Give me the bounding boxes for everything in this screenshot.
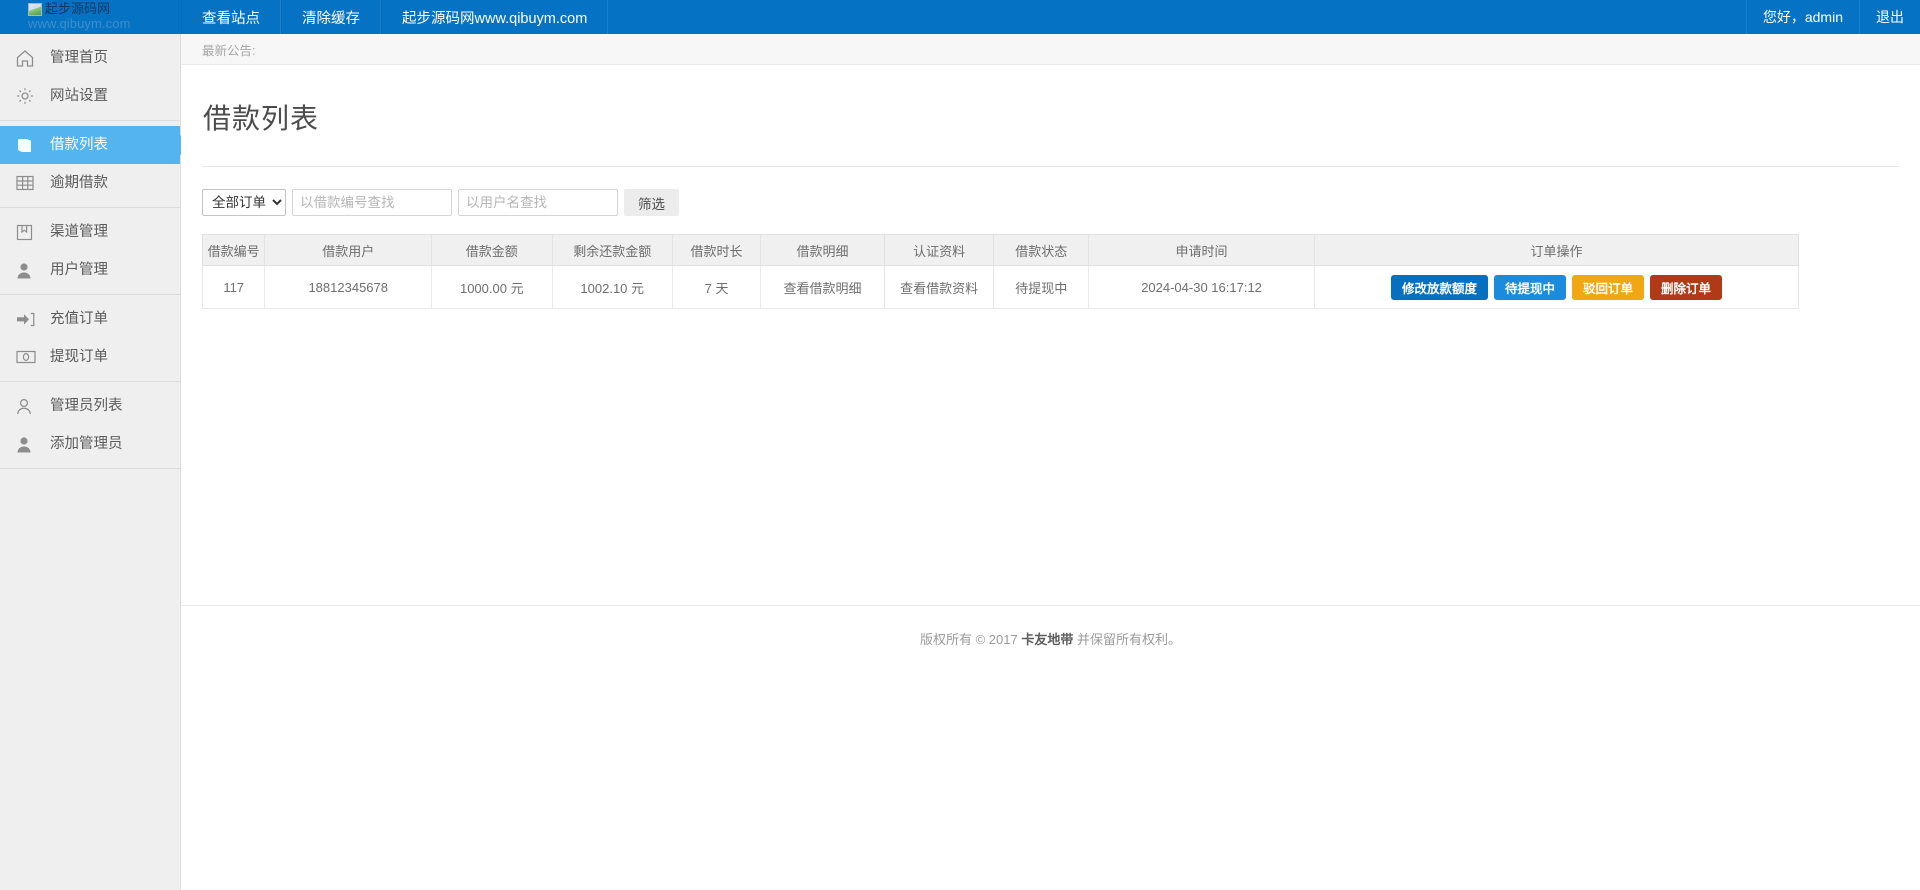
pending-withdraw-button[interactable]: 待提现中 [1494, 275, 1566, 300]
delete-order-button[interactable]: 删除订单 [1650, 275, 1722, 300]
order-no-input[interactable] [292, 189, 452, 216]
main-content: 最新公告: 借款列表 全部订单 筛选 [181, 34, 1920, 890]
sidebar-group-3: 渠道管理 用户管理 [0, 208, 180, 295]
user-filled-icon [16, 260, 40, 280]
nav-view-site[interactable]: 查看站点 [181, 0, 281, 34]
sidebar-item-label: 渠道管理 [50, 225, 108, 240]
top-right-area: 您好，admin 退出 [1746, 0, 1920, 34]
cell-loan-amount: 1000.00 元 [432, 266, 552, 309]
th-loan-detail: 借款明细 [761, 235, 885, 266]
table-icon [16, 173, 40, 193]
home-icon [16, 48, 40, 68]
page-body: 借款列表 全部订单 筛选 [181, 65, 1920, 309]
broken-image-icon [28, 3, 42, 16]
th-loan-status: 借款状态 [994, 235, 1089, 266]
user-filled-icon [16, 434, 40, 454]
notice-label: 最新公告: [202, 40, 255, 59]
footer-copyright-prefix: 版权所有 © 2017 [920, 632, 1021, 647]
sidebar-item-withdraw-orders[interactable]: 提现订单 [0, 338, 180, 376]
username-input[interactable] [458, 189, 618, 216]
cell-loan-status: 待提现中 [994, 266, 1089, 309]
logout-button[interactable]: 退出 [1859, 0, 1920, 34]
sidebar-item-label: 添加管理员 [50, 437, 123, 452]
sidebar-item-site-settings[interactable]: 网站设置 [0, 77, 180, 115]
th-order-actions: 订单操作 [1314, 235, 1798, 266]
sign-in-icon [16, 309, 40, 329]
nav-site-link[interactable]: 起步源码网www.qibuym.com [381, 0, 608, 34]
logo-alt-text: 起步源码网 [45, 1, 110, 16]
loan-table: 借款编号 借款用户 借款金额 剩余还款金额 借款时长 借款明细 认证资料 借款状… [202, 234, 1799, 309]
cell-order-actions: 修改放款额度 待提现中 驳回订单 删除订单 [1314, 266, 1798, 309]
th-loan-user: 借款用户 [265, 235, 432, 266]
sidebar-item-label: 管理首页 [50, 51, 108, 66]
sidebar-item-loan-list[interactable]: 借款列表 [0, 126, 180, 164]
notice-bar: 最新公告: [181, 34, 1920, 65]
sidebar-item-label: 充值订单 [50, 312, 108, 327]
gear-icon [16, 86, 40, 106]
reject-order-button[interactable]: 驳回订单 [1572, 275, 1644, 300]
top-navigation: 查看站点 清除缓存 起步源码网www.qibuym.com [181, 0, 608, 34]
sidebar-item-dashboard[interactable]: 管理首页 [0, 39, 180, 77]
footer: 版权所有 © 2017 卡友地带 并保留所有权利。 [181, 605, 1920, 648]
sidebar-item-add-admin[interactable]: 添加管理员 [0, 425, 180, 463]
th-certification: 认证资料 [884, 235, 994, 266]
cell-remaining-amount: 1002.10 元 [552, 266, 672, 309]
brand-logo[interactable]: 起步源码网 www.qibuym.com [0, 0, 181, 34]
sidebar-group-5: 管理员列表 添加管理员 [0, 382, 180, 469]
footer-brand: 卡友地带 [1021, 632, 1073, 647]
sidebar-item-label: 借款列表 [50, 138, 108, 153]
sidebar-item-admin-list[interactable]: 管理员列表 [0, 387, 180, 425]
nav-clear-cache[interactable]: 清除缓存 [281, 0, 381, 34]
money-icon [16, 347, 40, 367]
sidebar: 管理首页 网站设置 借款列表 逾期借款 [0, 34, 181, 890]
sidebar-item-label: 管理员列表 [50, 399, 123, 414]
page-title: 借款列表 [203, 65, 1899, 137]
sidebar-group-2: 借款列表 逾期借款 [0, 121, 180, 208]
th-apply-time: 申请时间 [1089, 235, 1315, 266]
broken-logo-image: 起步源码网 [28, 1, 181, 16]
table-row: 117 18812345678 1000.00 元 1002.10 元 7 天 … [203, 266, 1799, 309]
sidebar-item-user-management[interactable]: 用户管理 [0, 251, 180, 289]
user-outline-icon [16, 396, 40, 416]
user-greeting: 您好，admin [1746, 0, 1859, 34]
footer-copyright-suffix: 并保留所有权利。 [1073, 632, 1181, 647]
table-header-row: 借款编号 借款用户 借款金额 剩余还款金额 借款时长 借款明细 认证资料 借款状… [203, 235, 1799, 266]
sidebar-item-recharge-orders[interactable]: 充值订单 [0, 300, 180, 338]
sidebar-item-label: 用户管理 [50, 263, 108, 278]
order-type-select[interactable]: 全部订单 [202, 189, 286, 216]
th-loan-amount: 借款金额 [432, 235, 552, 266]
sidebar-group-1: 管理首页 网站设置 [0, 34, 180, 121]
filter-submit-button[interactable]: 筛选 [624, 189, 679, 216]
edit-loan-amount-button[interactable]: 修改放款额度 [1391, 275, 1488, 300]
admin-page: 起步源码网 www.qibuym.com 查看站点 清除缓存 起步源码网www.… [0, 0, 1920, 890]
logo-url-text: www.qibuym.com [28, 16, 181, 31]
cell-loan-duration: 7 天 [672, 266, 760, 309]
cell-certification-link[interactable]: 查看借款资料 [884, 266, 994, 309]
filter-bar: 全部订单 筛选 [202, 167, 1899, 216]
bookmark-icon [16, 222, 40, 242]
cell-apply-time: 2024-04-30 16:17:12 [1089, 266, 1315, 309]
book-icon [16, 135, 40, 155]
sidebar-item-label: 提现订单 [50, 350, 108, 365]
cell-loan-detail-link[interactable]: 查看借款明细 [761, 266, 885, 309]
sidebar-item-label: 逾期借款 [50, 176, 108, 191]
sidebar-item-channel-management[interactable]: 渠道管理 [0, 213, 180, 251]
cell-loan-id: 117 [203, 266, 265, 309]
sidebar-item-overdue-loan[interactable]: 逾期借款 [0, 164, 180, 202]
th-loan-id: 借款编号 [203, 235, 265, 266]
sidebar-group-4: 充值订单 提现订单 [0, 295, 180, 382]
sidebar-item-label: 网站设置 [50, 89, 108, 104]
th-remaining-amount: 剩余还款金额 [552, 235, 672, 266]
top-bar: 起步源码网 www.qibuym.com 查看站点 清除缓存 起步源码网www.… [0, 0, 1920, 34]
action-button-group: 修改放款额度 待提现中 驳回订单 删除订单 [1319, 275, 1794, 300]
loan-table-wrapper: 借款编号 借款用户 借款金额 剩余还款金额 借款时长 借款明细 认证资料 借款状… [202, 216, 1899, 309]
cell-loan-user: 18812345678 [265, 266, 432, 309]
th-loan-duration: 借款时长 [672, 235, 760, 266]
